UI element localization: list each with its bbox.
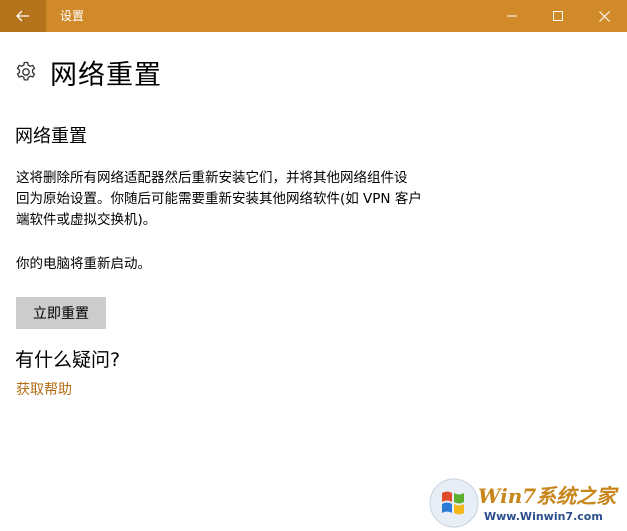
watermark-url: Www.Winwin7.com <box>484 510 603 523</box>
window-title: 设置 <box>60 9 85 23</box>
minimize-button[interactable] <box>489 0 535 32</box>
question-heading: 有什么疑问? <box>15 349 121 371</box>
restart-note: 你的电脑将重新启动。 <box>16 256 151 272</box>
maximize-icon <box>553 11 563 21</box>
page-title: 网络重置 <box>50 59 162 91</box>
watermark-brand: Win7系统之家 <box>478 484 617 508</box>
close-button[interactable] <box>581 0 627 32</box>
maximize-button[interactable] <box>535 0 581 32</box>
minimize-icon <box>507 15 517 17</box>
description-line: 这将删除所有网络适配器然后重新安装它们，并将其他网络组件设 <box>16 170 408 186</box>
back-arrow-icon <box>16 10 29 22</box>
close-icon <box>598 10 610 22</box>
gear-icon <box>16 61 36 81</box>
back-button[interactable] <box>0 0 46 32</box>
section-title: 网络重置 <box>15 126 87 147</box>
windows-logo-icon <box>429 478 479 528</box>
reset-now-button[interactable]: 立即重置 <box>16 297 106 329</box>
title-bar: 设置 <box>0 0 627 32</box>
description-line: 端软件或虚拟交换机)。 <box>16 212 157 228</box>
watermark: Win7系统之家 Www.Winwin7.com <box>428 474 627 531</box>
get-help-link[interactable]: 获取帮助 <box>16 379 72 399</box>
description: 这将删除所有网络适配器然后重新安装它们，并将其他网络组件设 回为原始设置。你随后… <box>16 168 476 231</box>
description-line: 回为原始设置。你随后可能需要重新安装其他网络软件(如 VPN 客户 <box>16 191 422 207</box>
page-header: 网络重置 <box>14 52 162 92</box>
